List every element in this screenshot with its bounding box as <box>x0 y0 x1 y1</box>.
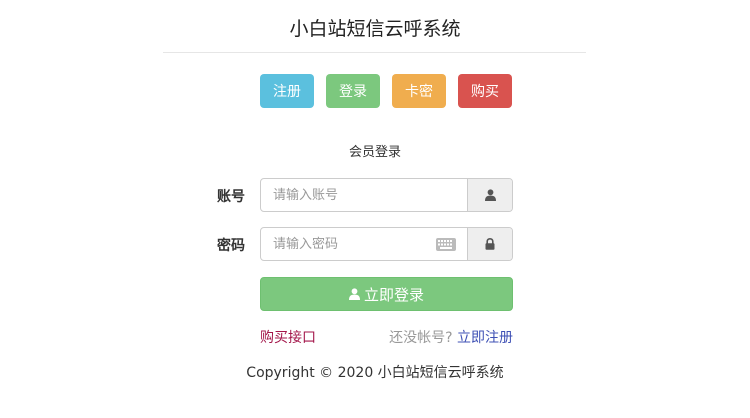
password-label: 密码 <box>217 238 245 254</box>
register-now-link[interactable]: 立即注册 <box>457 330 513 346</box>
account-input-group <box>260 178 513 212</box>
register-nav-button[interactable]: 注册 <box>260 74 314 108</box>
login-form-title: 会员登录 <box>348 145 401 160</box>
login-nav-button[interactable]: 登录 <box>326 74 380 108</box>
card-key-nav-button[interactable]: 卡密 <box>392 74 446 108</box>
password-input-group <box>260 227 513 261</box>
buy-api-link[interactable]: 购买接口 <box>260 327 316 347</box>
user-icon <box>484 189 496 201</box>
password-input[interactable] <box>261 228 435 260</box>
page-title: 小白站短信云呼系统 <box>289 18 461 40</box>
register-prompt: 还没帐号? 立即注册 <box>389 327 513 347</box>
login-submit-button[interactable]: 立即登录 <box>260 277 513 311</box>
account-input[interactable] <box>261 179 467 211</box>
user-icon <box>348 288 360 300</box>
buy-nav-button[interactable]: 购买 <box>458 74 512 108</box>
title-divider <box>163 52 586 53</box>
password-addon <box>467 228 512 260</box>
account-addon <box>467 179 512 211</box>
lock-icon <box>485 238 495 250</box>
account-label: 账号 <box>217 189 245 205</box>
login-submit-label: 立即登录 <box>363 285 424 304</box>
no-account-text: 还没帐号? <box>389 330 453 346</box>
keyboard-icon[interactable] <box>435 228 457 260</box>
footer-copyright: Copyright © 2020 小白站短信云呼系统 <box>246 365 504 381</box>
